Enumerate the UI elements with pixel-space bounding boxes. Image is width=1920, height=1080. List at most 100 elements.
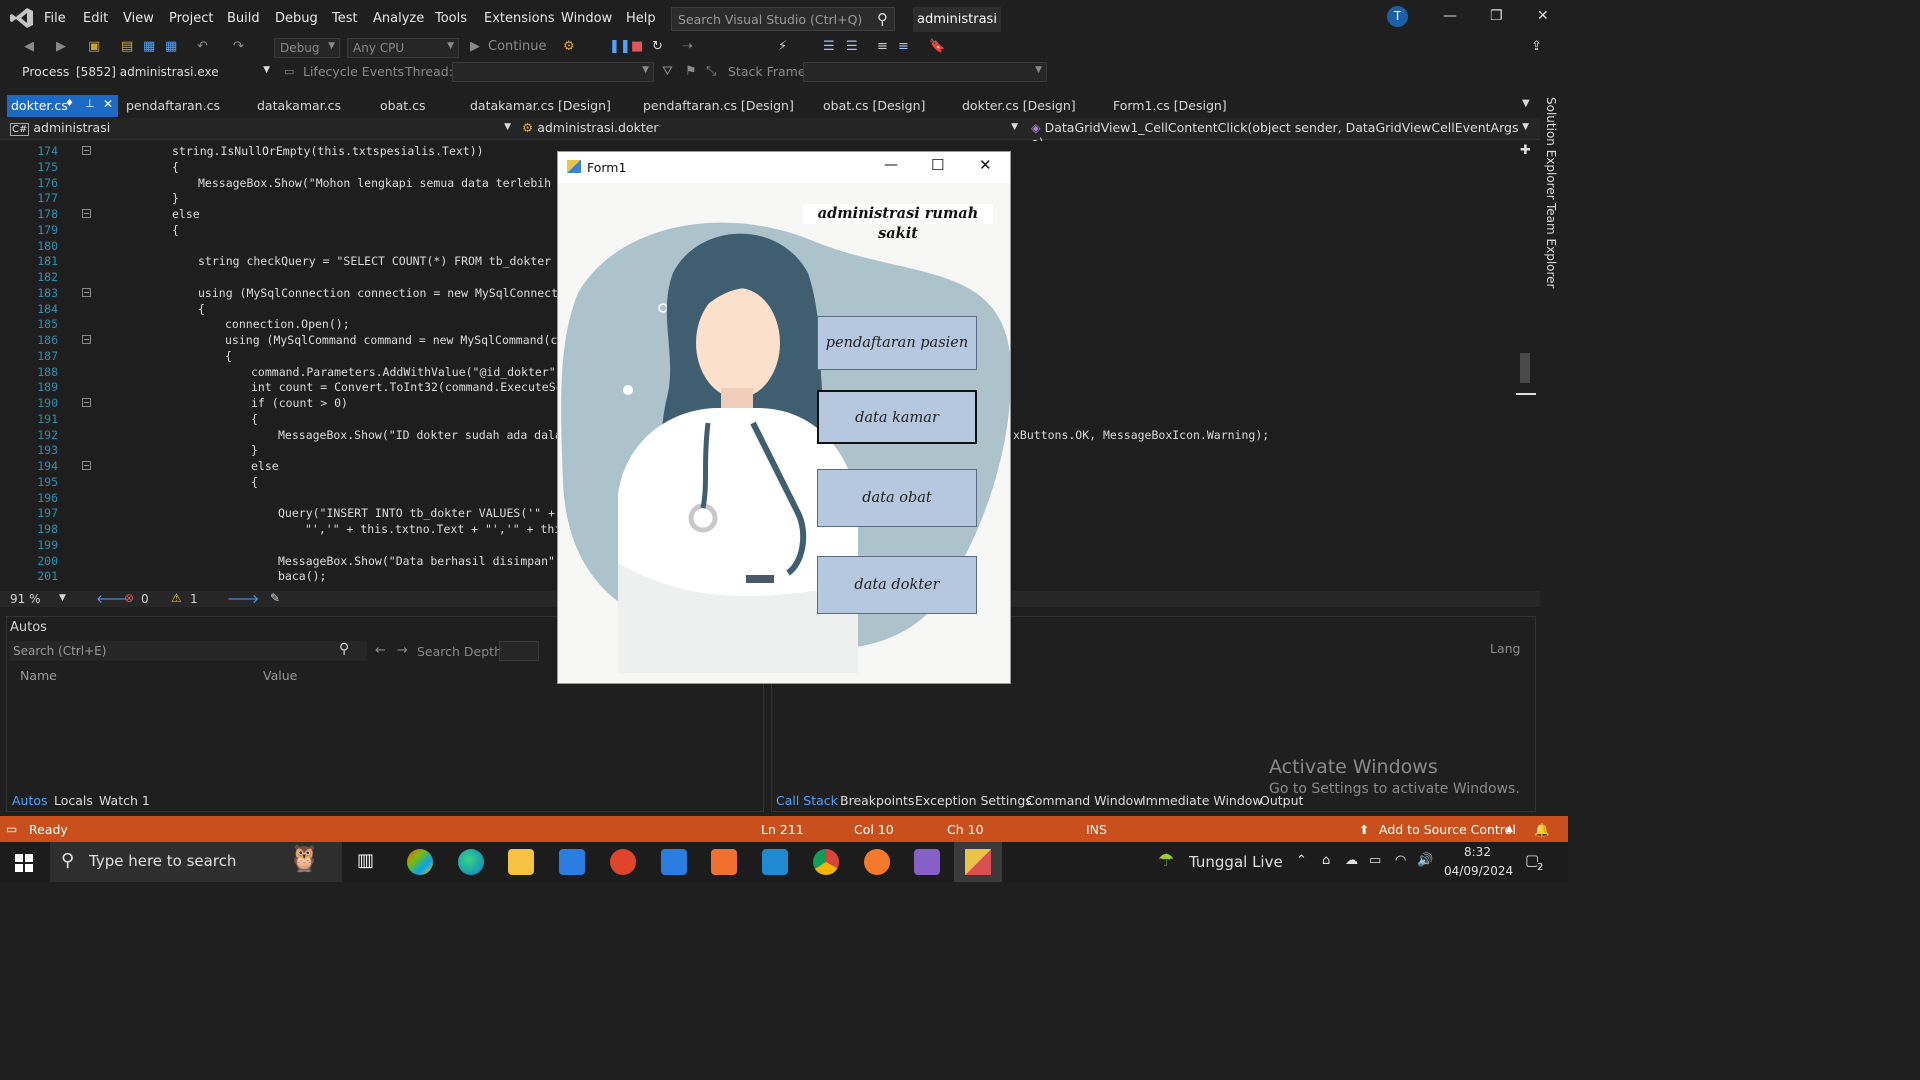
class-select[interactable]: ⚙ administrasi.dokter ▼ [522, 120, 1022, 138]
close-icon[interactable]: ✕ [1537, 8, 1549, 24]
form1-window[interactable]: Form1 — ☐ ✕ administrasi rumah sakit pen… [557, 151, 1011, 684]
stop-icon[interactable]: ■ [631, 39, 643, 54]
minimize-icon[interactable]: — [884, 157, 898, 173]
next-issue-icon[interactable]: 🡒 [227, 591, 259, 606]
tab-obat-design[interactable]: obat.cs [Design] [823, 98, 925, 113]
wps-office-icon[interactable] [610, 849, 636, 875]
hot-reload-icon[interactable]: ⚡ [778, 39, 787, 54]
tab-exception-settings[interactable]: Exception Settings [915, 793, 1032, 808]
microsoft-store-icon[interactable] [559, 849, 585, 875]
collapse-icon[interactable]: − [82, 209, 91, 218]
column-lang[interactable]: Lang [1490, 641, 1520, 656]
comment-icon[interactable]: ≡ [877, 39, 888, 54]
clock-date[interactable]: 04/09/2024 [1444, 864, 1513, 878]
scrollbar-thumb[interactable] [1520, 353, 1530, 383]
chevron-up-icon[interactable]: ▲ [1506, 824, 1513, 834]
device-icon[interactable]: ⌂ [1322, 853, 1330, 868]
live-share-icon[interactable]: ⇪ [1531, 39, 1542, 54]
flag-icon[interactable]: ⚑ [685, 64, 697, 79]
battery-icon[interactable]: ▭ [1369, 853, 1381, 868]
search-depth-select[interactable] [499, 641, 539, 661]
back-icon[interactable]: ◀ [24, 39, 34, 54]
mail-icon[interactable] [661, 849, 687, 875]
collapse-icon[interactable]: − [82, 461, 91, 470]
volume-icon[interactable]: 🔊 [1417, 853, 1433, 868]
save-icon[interactable]: ▦ [143, 39, 155, 54]
chevron-up-icon[interactable]: ⌃ [1296, 853, 1307, 868]
collapse-icon[interactable]: − [82, 335, 91, 344]
tab-dokter-cs[interactable]: dokter.cs ♦ ⊥ ✕ [7, 95, 118, 117]
tab-datakamar-cs[interactable]: datakamar.cs [257, 98, 341, 113]
menu-debug[interactable]: Debug [275, 11, 318, 26]
file-explorer-icon[interactable] [508, 849, 534, 875]
restart-icon[interactable]: ↻ [652, 39, 663, 54]
filter-icon[interactable]: ⛛ [662, 64, 673, 79]
menu-test[interactable]: Test [332, 11, 358, 26]
chevron-down-icon[interactable]: ▼ [59, 593, 66, 603]
open-icon[interactable]: ▤ [121, 39, 133, 54]
tab-obat-cs[interactable]: obat.cs [380, 98, 426, 113]
tab-breakpoints[interactable]: Breakpoints [840, 793, 914, 808]
platform-select[interactable]: Any CPU ▼ [347, 38, 459, 58]
tab-dokter-design[interactable]: dokter.cs [Design] [962, 98, 1076, 113]
chrome-icon[interactable] [813, 849, 839, 875]
outdent-icon[interactable]: ☰ [846, 39, 858, 54]
tab-immediate-window[interactable]: Immediate Window [1142, 793, 1263, 808]
team-explorer-tab[interactable]: Team Explorer [1544, 203, 1558, 289]
menu-build[interactable]: Build [227, 11, 260, 26]
save-all-icon[interactable]: ▦ [165, 39, 177, 54]
vscode-icon[interactable] [762, 849, 788, 875]
pendaftaran-pasien-button[interactable]: pendaftaran pasien [817, 316, 977, 370]
indent-icon[interactable]: ☰ [823, 39, 835, 54]
menu-file[interactable]: File [44, 11, 66, 26]
tab-autos[interactable]: Autos [12, 793, 48, 808]
restore-icon[interactable]: ❐ [1490, 8, 1503, 24]
menu-extensions[interactable]: Extensions [484, 11, 555, 26]
form1-title-bar[interactable]: Form1 — ☐ ✕ [558, 152, 1010, 183]
redo-icon[interactable]: ↷ [233, 39, 244, 54]
collapse-icon[interactable]: − [82, 398, 91, 407]
split-icon[interactable]: ✚ [1520, 143, 1531, 158]
blender-icon[interactable] [864, 849, 890, 875]
maximize-icon[interactable]: ☐ [931, 156, 944, 174]
menu-window[interactable]: Window [561, 11, 612, 26]
notification-bell-icon[interactable]: 🔔 [1534, 822, 1550, 838]
thread-select[interactable]: ▼ [452, 62, 654, 82]
data-kamar-button[interactable]: data kamar [817, 390, 977, 444]
tab-watch-1[interactable]: Watch 1 [99, 793, 150, 808]
tab-pendaftaran-cs[interactable]: pendaftaran.cs [126, 98, 220, 113]
tab-command-window[interactable]: Command Window [1026, 793, 1144, 808]
solution-explorer-tab[interactable]: Solution Explorer [1544, 97, 1558, 200]
show-next-statement-icon[interactable]: ➝ [682, 39, 693, 54]
search-icon[interactable]: ⚲ [339, 641, 349, 657]
menu-view[interactable]: View [123, 11, 154, 26]
configuration-select[interactable]: Debug ▼ [274, 38, 340, 58]
uncomment-icon[interactable]: ≡ [898, 39, 909, 54]
undo-icon[interactable]: ↶ [197, 39, 208, 54]
task-view-icon[interactable]: ▥ [357, 850, 374, 871]
edge-browser-icon[interactable] [458, 849, 484, 875]
lifecycle-events-dropdown[interactable]: Lifecycle Events [303, 64, 404, 79]
error-count[interactable]: 0 [141, 592, 149, 606]
menu-help[interactable]: Help [626, 11, 656, 26]
warning-count[interactable]: 1 [190, 592, 198, 606]
process-select[interactable]: [5852] administrasi.exe ▼ [70, 62, 275, 82]
column-name[interactable]: Name [20, 668, 57, 683]
visual-studio-icon[interactable] [914, 849, 940, 875]
member-select[interactable]: ◈ DataGridView1_CellContentClick(object … [1031, 120, 1533, 150]
windows-start-icon[interactable] [15, 854, 33, 872]
expand-callstack-icon[interactable]: ⤡ [706, 64, 716, 79]
clock-time[interactable]: 8:32 [1464, 845, 1491, 859]
vertical-scrollbar[interactable]: ✚ [1516, 141, 1536, 591]
pause-icon[interactable]: ❚❚ [609, 39, 631, 54]
collapse-icon[interactable]: − [82, 146, 91, 155]
search-input[interactable]: Search Visual Studio (Ctrl+Q) ⚲ [671, 7, 895, 31]
tab-locals[interactable]: Locals [54, 793, 93, 808]
continue-icon[interactable]: ▶ [470, 39, 480, 54]
menu-project[interactable]: Project [169, 11, 213, 26]
attach-icon[interactable]: ⚙ [563, 39, 575, 54]
tab-call-stack[interactable]: Call Stack [776, 793, 838, 808]
xampp-icon[interactable] [711, 849, 737, 875]
search-forward-icon[interactable]: → [397, 643, 408, 658]
data-obat-button[interactable]: data obat [817, 469, 977, 527]
